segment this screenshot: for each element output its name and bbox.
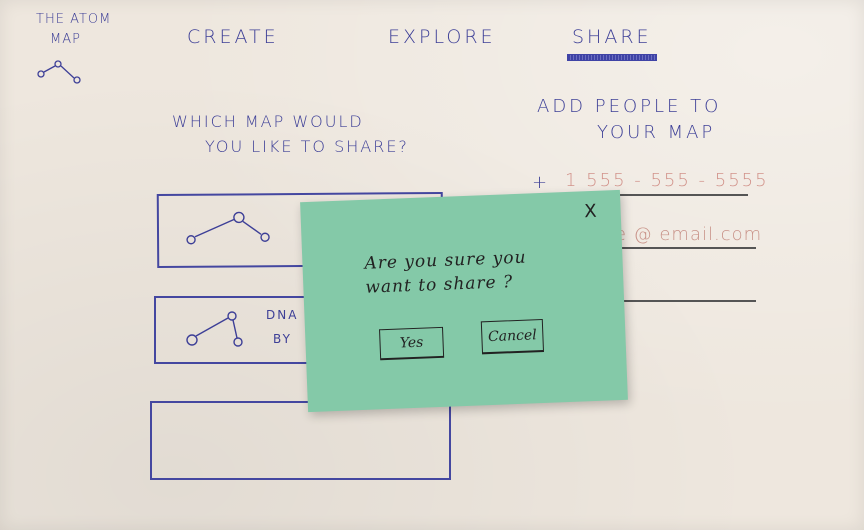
add-person-icon[interactable]: + — [532, 172, 549, 193]
map-card-title: DNA — [266, 308, 299, 322]
share-question-line2: YOU LIKE TO SHARE? — [205, 137, 409, 156]
logo-title-line2: MAP — [50, 32, 81, 47]
map-card-empty[interactable] — [150, 401, 451, 480]
confirm-message: Are you sure you want to share ? — [364, 246, 528, 300]
phone-input-placeholder[interactable]: 1 555 - 555 - 5555 — [565, 170, 769, 191]
atom-logo-icon — [37, 60, 81, 84]
confirm-share-dialog: X Are you sure you want to share ? Yes C… — [300, 189, 628, 413]
app-logo[interactable]: THE ATOM MAP — [36, 10, 111, 50]
cancel-button[interactable]: Cancel — [480, 318, 545, 355]
yes-button[interactable]: Yes — [379, 326, 445, 361]
nav-create[interactable]: CREATE — [187, 26, 279, 48]
active-tab-indicator — [567, 54, 657, 61]
share-question-line1: WHICH MAP WOULD — [172, 112, 364, 131]
add-people-title-line1: ADD PEOPLE TO — [537, 96, 722, 117]
map-card-author: BY — [273, 332, 292, 346]
close-icon[interactable]: X — [584, 201, 597, 222]
map-thumbnail-icon — [186, 311, 243, 347]
map-thumbnail-icon — [186, 211, 270, 245]
nav-explore[interactable]: EXPLORE — [388, 26, 496, 48]
nav-share[interactable]: SHARE — [572, 26, 652, 48]
add-people-title-line2: YOUR MAP — [597, 122, 716, 143]
logo-title-line1: THE ATOM — [36, 12, 112, 27]
confirm-message-line2: want to share ? — [365, 272, 514, 298]
